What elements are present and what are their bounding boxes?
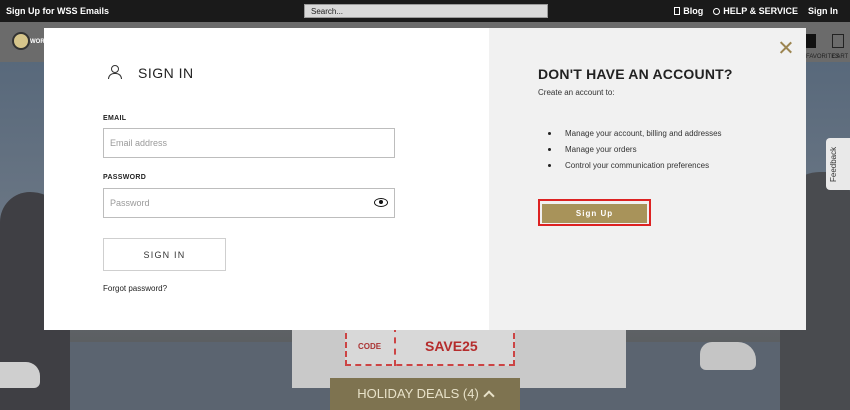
benefits-list: Manage your account, billing and address… <box>548 129 722 177</box>
feedback-tab[interactable]: Feedback <box>826 138 850 190</box>
logo-text: WOR <box>30 39 45 45</box>
sign-in-modal: SIGN IN EMAIL PASSWORD SIGN IN Forgot pa… <box>44 28 806 330</box>
holiday-deals-button[interactable]: HOLIDAY DEALS (4) <box>330 378 520 410</box>
sign-in-panel: SIGN IN EMAIL PASSWORD SIGN IN Forgot pa… <box>44 28 489 330</box>
user-icon <box>108 65 122 79</box>
close-icon[interactable] <box>779 41 792 54</box>
sign-in-button[interactable]: SIGN IN <box>103 238 226 271</box>
top-utility-bar: Sign Up for WSS Emails Search... Blog HE… <box>0 0 850 22</box>
sign-up-button[interactable]: Sign Up <box>542 204 647 223</box>
cart-icon <box>832 34 844 48</box>
list-item: Manage your account, billing and address… <box>548 129 722 145</box>
holiday-deals-label: HOLIDAY DEALS (4) <box>357 386 479 401</box>
top-links: Blog HELP & SERVICE Sign In <box>674 6 838 16</box>
sign-in-link[interactable]: Sign In <box>808 6 838 16</box>
sign-in-title: SIGN IN <box>138 65 194 81</box>
blog-label: Blog <box>683 6 704 16</box>
list-item: Control your communication preferences <box>548 161 722 177</box>
bookmark-icon <box>806 34 816 48</box>
list-item: Manage your orders <box>548 145 722 161</box>
soccer-ball-logo-icon <box>12 32 30 50</box>
create-account-panel: DON'T HAVE AN ACCOUNT? Create an account… <box>489 28 806 330</box>
email-signup-link[interactable]: Sign Up for WSS Emails <box>6 6 109 16</box>
search-input[interactable]: Search... <box>304 4 548 18</box>
help-label: HELP & SERVICE <box>723 6 798 16</box>
help-link[interactable]: HELP & SERVICE <box>713 6 798 16</box>
blog-icon <box>674 7 681 15</box>
sign-up-highlight: Sign Up <box>538 199 651 226</box>
email-field[interactable] <box>103 128 395 158</box>
coupon-code: SAVE25 <box>425 338 478 354</box>
help-icon <box>713 7 721 15</box>
coupon-label: CODE <box>358 342 382 351</box>
cart-label: CART <box>832 54 849 60</box>
create-account-subtitle: Create an account to: <box>538 88 615 97</box>
show-password-eye-icon[interactable] <box>374 198 388 207</box>
forgot-password-link[interactable]: Forgot password? <box>103 284 167 293</box>
feedback-label: Feedback <box>829 146 838 182</box>
coupon-divider <box>394 326 396 366</box>
email-label: EMAIL <box>103 115 127 122</box>
password-field[interactable] <box>103 188 395 218</box>
password-label: PASSWORD <box>103 174 147 181</box>
shoe-image-left <box>0 362 40 388</box>
shoe-image-right <box>700 342 756 370</box>
chevron-up-icon <box>483 390 495 402</box>
blog-link[interactable]: Blog <box>674 6 703 16</box>
create-account-title: DON'T HAVE AN ACCOUNT? <box>538 66 733 82</box>
